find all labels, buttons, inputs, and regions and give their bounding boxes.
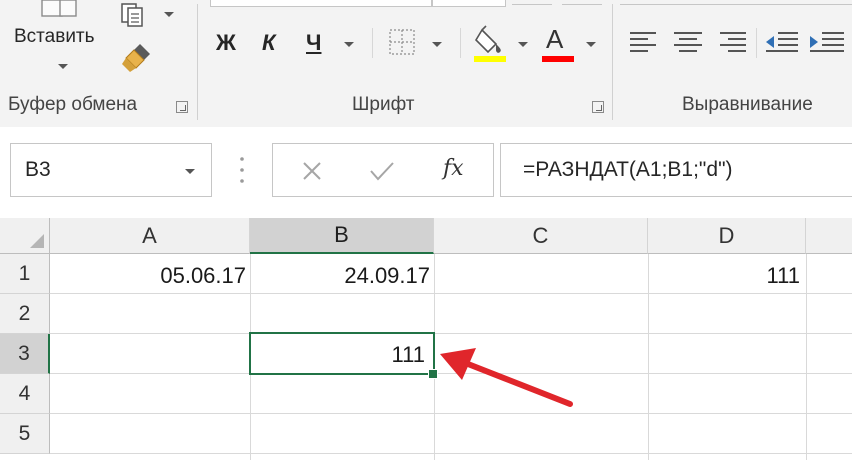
ribbon: Вставить Буфер обмена Ж К Ч А Шрифт Выра…	[0, 0, 852, 128]
cell-d1[interactable]: 111	[650, 263, 800, 289]
bold-button[interactable]: Ж	[216, 30, 236, 56]
column-header-a[interactable]: A	[50, 218, 250, 254]
formula-buttons-box: fx	[272, 143, 494, 197]
formula-bar-area: B3 fx =РАЗНДАТ(A1;B1;"d")	[0, 127, 852, 218]
font-size-box-edge[interactable]	[432, 0, 506, 7]
select-all-triangle-icon	[30, 234, 44, 248]
separator	[460, 28, 461, 58]
gridline	[50, 293, 852, 294]
separator	[372, 28, 373, 58]
align-center-icon[interactable]	[672, 30, 704, 54]
gridline	[50, 453, 852, 454]
spreadsheet-grid: A B C D 1 2 3 4 5 05.06.17 24.09.17 111 …	[0, 218, 852, 460]
gridline	[806, 254, 807, 460]
column-header-d[interactable]: D	[648, 218, 806, 254]
row-header-4[interactable]: 4	[0, 374, 50, 414]
alignment-top-row-edge	[620, 0, 852, 5]
row-header-1[interactable]: 1	[0, 254, 50, 294]
clipboard-group-label: Буфер обмена	[8, 94, 138, 115]
fill-color-swatch	[474, 56, 506, 62]
row-header-2[interactable]: 2	[0, 294, 50, 334]
separator	[756, 28, 757, 58]
paste-dropdown-arrow[interactable]	[58, 64, 68, 69]
decrease-indent-icon[interactable]	[764, 30, 800, 54]
increase-font-size-edge[interactable]	[512, 0, 552, 5]
copy-icon[interactable]	[120, 2, 154, 28]
fill-color-dropdown-arrow[interactable]	[518, 42, 528, 47]
underline-dropdown-arrow[interactable]	[344, 42, 354, 47]
increase-indent-icon[interactable]	[808, 30, 848, 54]
paste-icon	[41, 0, 77, 17]
alignment-group-label: Выравнивание	[682, 94, 813, 115]
cancel-icon[interactable]	[301, 160, 323, 182]
align-left-icon[interactable]	[628, 30, 660, 54]
name-box[interactable]: B3	[10, 143, 212, 197]
cell-b3-value: 111	[391, 342, 425, 367]
active-cell-b3[interactable]: 111	[249, 332, 435, 375]
font-color-swatch	[542, 56, 574, 62]
borders-dropdown-arrow[interactable]	[432, 42, 442, 47]
cell-b1[interactable]: 24.09.17	[252, 263, 430, 289]
borders-icon[interactable]	[388, 28, 418, 58]
group-separator	[612, 4, 613, 120]
align-right-icon[interactable]	[716, 30, 748, 54]
select-all-button[interactable]	[0, 218, 50, 254]
decrease-font-size-edge[interactable]	[562, 0, 602, 5]
formula-text: =РАЗНДАТ(A1;B1;"d")	[523, 158, 733, 181]
font-group-label: Шрифт	[352, 94, 415, 115]
formula-bar-grip-icon[interactable]	[238, 155, 246, 185]
font-color-dropdown-arrow[interactable]	[586, 42, 596, 47]
row-header-3[interactable]: 3	[0, 334, 50, 374]
cell-a1[interactable]: 05.06.17	[52, 263, 246, 289]
font-color-button[interactable]: А	[546, 24, 563, 55]
clipboard-dialog-launcher[interactable]	[176, 101, 188, 113]
underline-button[interactable]: Ч	[306, 30, 321, 56]
column-header-e-partial[interactable]	[806, 218, 852, 254]
annotation-arrow-icon	[440, 348, 573, 407]
gridline	[50, 333, 852, 334]
paste-button[interactable]: Вставить	[8, 0, 116, 88]
insert-function-button[interactable]: fx	[443, 156, 464, 181]
enter-check-icon[interactable]	[369, 160, 395, 182]
format-painter-icon[interactable]	[120, 40, 154, 74]
row-header-5[interactable]: 5	[0, 414, 50, 454]
name-box-value: B3	[25, 158, 51, 181]
font-dialog-launcher[interactable]	[592, 101, 604, 113]
font-name-box-edge[interactable]	[210, 0, 432, 7]
column-header-c[interactable]: C	[434, 218, 648, 254]
italic-button[interactable]: К	[262, 30, 276, 56]
paste-label: Вставить	[14, 26, 95, 47]
column-header-b[interactable]: B	[250, 218, 434, 254]
group-separator	[197, 4, 198, 120]
name-box-dropdown-arrow[interactable]	[185, 169, 195, 174]
copy-dropdown-arrow[interactable]	[164, 12, 174, 17]
gridline	[648, 254, 649, 460]
formula-input[interactable]: =РАЗНДАТ(A1;B1;"d")	[500, 143, 852, 197]
